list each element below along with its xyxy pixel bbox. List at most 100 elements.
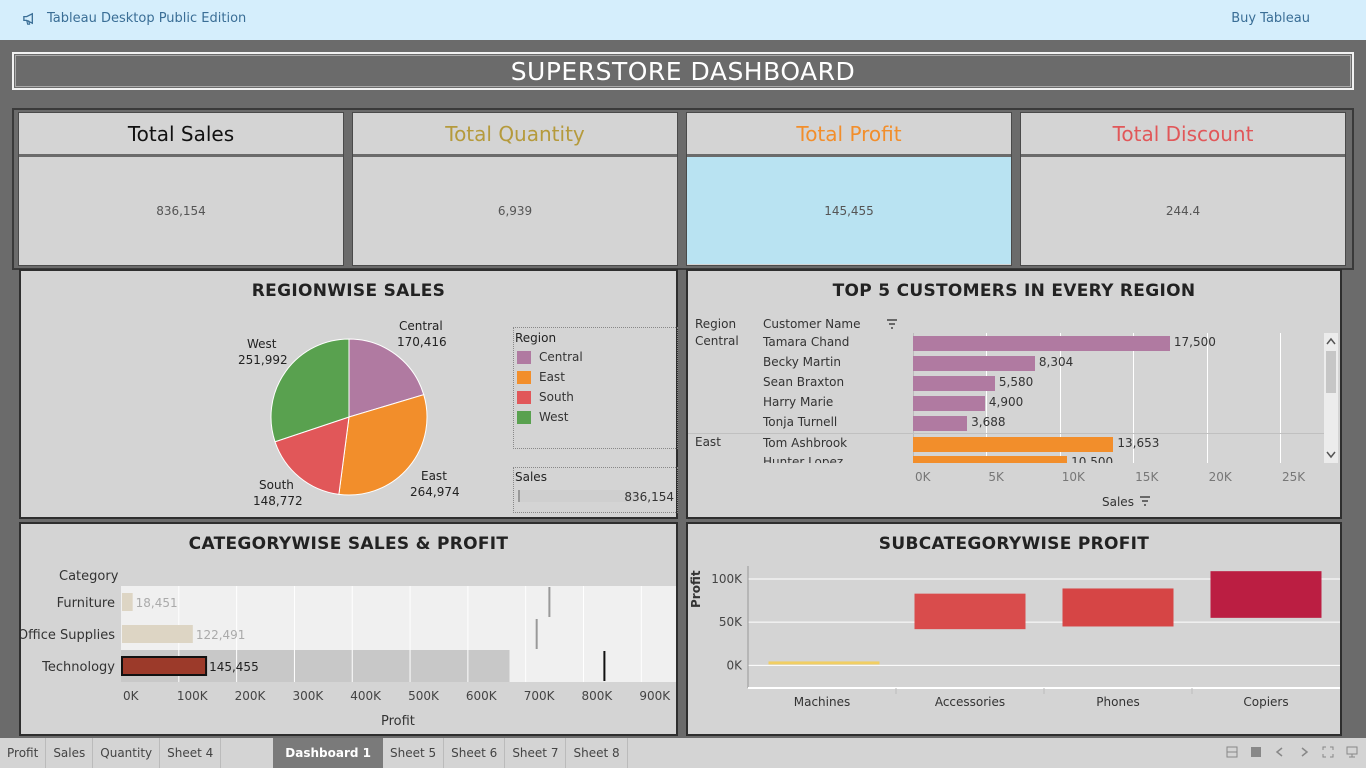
kpi-total-quantity[interactable]: Total Quantity 6,939 — [352, 112, 678, 266]
x-axis-title: Sales — [1102, 495, 1134, 509]
kpi-value: 836,154 — [156, 203, 206, 218]
panel-title: CATEGORYWISE SALES & PROFIT — [188, 534, 509, 554]
customer-name-cell: Tom Ashbrook — [763, 436, 848, 450]
kpi-total-profit[interactable]: Total Profit 145,455 — [686, 112, 1012, 266]
kpi-row: Total Sales 836,154 Total Quantity 6,939… — [12, 108, 1354, 270]
pie-label-south-value: 148,772 — [253, 494, 303, 508]
scroll-up-icon[interactable] — [1326, 337, 1336, 345]
table-row[interactable]: Sean Braxton 5,580 — [688, 373, 1324, 393]
x-category-label: Phones — [1096, 695, 1139, 709]
kpi-label: Total Discount — [1021, 113, 1345, 157]
table-row[interactable]: East Tom Ashbrook 13,653 — [688, 433, 1324, 453]
axis-sort-icon[interactable] — [1139, 495, 1151, 507]
sales-range-filter[interactable]: Sales 836,154 — [513, 467, 678, 513]
sheet-tabs: Profit Sales Quantity Sheet 4 Dashboard … — [0, 738, 1366, 768]
pie-label-south-name: South — [259, 478, 294, 492]
kpi-value: 145,455 — [687, 157, 1011, 264]
pie-label-east-value: 264,974 — [410, 485, 460, 499]
pie-label-east-name: East — [421, 469, 447, 483]
x-tick-label: 5K — [988, 470, 1005, 484]
x-tick-label: 800K — [582, 689, 614, 702]
kpi-label: Total Sales — [19, 113, 343, 157]
fit-icon[interactable] — [1322, 746, 1334, 758]
presentation-icon[interactable] — [1346, 746, 1358, 758]
tab-sales[interactable]: Sales — [46, 738, 94, 768]
buy-tableau-link[interactable]: Buy Tableau — [1231, 11, 1310, 26]
bar-value-label: 8,304 — [1038, 355, 1074, 369]
profit-bar[interactable] — [914, 593, 1026, 630]
x-tick-label: 600K — [466, 689, 498, 702]
scroll-thumb[interactable] — [1326, 351, 1336, 393]
customer-bar[interactable] — [913, 376, 995, 391]
customer-bar[interactable] — [913, 416, 968, 431]
legend-item-east[interactable]: East — [517, 370, 565, 384]
filmstrip-icon[interactable] — [1250, 746, 1262, 758]
table-row[interactable]: Harry Marie 4,900 — [688, 393, 1324, 413]
y-tick-label: 50K — [719, 615, 743, 629]
kpi-label: Total Profit — [687, 113, 1011, 157]
customer-bar[interactable] — [913, 437, 1114, 452]
profit-value-label: 18,451 — [136, 596, 178, 610]
prev-sheet-icon[interactable] — [1274, 746, 1286, 758]
subcategory-profit-panel: SUBCATEGORYWISE PROFIT Profit 0K 50K 100K M… — [686, 522, 1342, 736]
tab-quantity[interactable]: Quantity — [93, 738, 161, 768]
tab-dashboard-1[interactable]: Dashboard 1 — [273, 738, 383, 768]
table-row[interactable]: Tonja Turnell 3,688 — [688, 413, 1324, 433]
profit-bar[interactable] — [768, 661, 880, 665]
x-tick-label: 500K — [408, 689, 440, 702]
tab-profit[interactable]: Profit — [0, 738, 47, 768]
customer-bar[interactable] — [913, 396, 985, 411]
subcategory-chart[interactable]: 0K 50K 100K Machines Accessories Phones Copier… — [688, 560, 1340, 736]
next-sheet-icon[interactable] — [1298, 746, 1310, 758]
profit-bar[interactable] — [122, 593, 133, 611]
kpi-total-discount[interactable]: Total Discount 244.4 — [1020, 112, 1346, 266]
table-row[interactable]: Central Tamara Chand 17,500 — [688, 333, 1324, 353]
sales-band[interactable] — [121, 586, 676, 618]
grid-view-icon[interactable] — [1226, 746, 1238, 758]
customer-bar[interactable] — [913, 456, 1068, 463]
regionwise-sales-panel: REGIONWISE SALES West 251,992 Central 17… — [19, 269, 678, 519]
profit-bar[interactable] — [121, 656, 208, 676]
x-tick-label: 0K — [915, 470, 932, 484]
megaphone-icon — [23, 12, 33, 25]
tab-sheet-8[interactable]: Sheet 8 — [566, 738, 628, 768]
filter-slider-track[interactable] — [518, 490, 638, 502]
profit-bar[interactable] — [1210, 571, 1322, 618]
tab-sheet-5[interactable]: Sheet 5 — [383, 738, 445, 768]
sort-icon[interactable] — [886, 318, 898, 330]
profit-bar[interactable] — [1062, 588, 1174, 627]
filter-title: Sales — [515, 470, 547, 484]
table-row[interactable]: Becky Martin 8,304 — [688, 353, 1324, 373]
tab-sheet-4[interactable]: Sheet 4 — [160, 738, 222, 768]
x-tick-label: 200K — [235, 689, 267, 702]
category-bar-chart[interactable]: Furniture Office Supplies Technology 18,451… — [21, 584, 676, 702]
tab-sheet-7[interactable]: Sheet 7 — [505, 738, 567, 768]
top5-x-axis: 0K 5K 10K 15K 20K 25K — [915, 470, 1306, 484]
region-pie-chart[interactable] — [269, 337, 429, 497]
profit-bar[interactable] — [122, 625, 193, 643]
kpi-total-sales[interactable]: Total Sales 836,154 — [18, 112, 344, 266]
column-header-region[interactable]: Region — [695, 317, 736, 331]
dashboard-title: SUPERSTORE DASHBOARD — [15, 55, 1351, 87]
tab-sheet-6[interactable]: Sheet 6 — [444, 738, 506, 768]
bar-value-label: 10,500 — [1071, 455, 1114, 463]
top5-customers-panel: TOP 5 CUSTOMERS IN EVERY REGION Region C… — [686, 269, 1342, 519]
scroll-down-icon[interactable] — [1326, 451, 1336, 459]
x-tick-label: 20K — [1209, 470, 1233, 484]
column-header-customer[interactable]: Customer Name — [763, 317, 861, 331]
customer-bar[interactable] — [913, 356, 1035, 371]
pie-label-central-value: 170,416 — [397, 335, 447, 349]
panel-title: TOP 5 CUSTOMERS IN EVERY REGION — [832, 281, 1196, 301]
table-row[interactable]: Hunter Lopez 10,500 — [688, 453, 1324, 463]
vertical-scrollbar[interactable] — [1324, 333, 1338, 463]
legend-item-central[interactable]: Central — [517, 350, 583, 364]
pie-label-west-value: 251,992 — [238, 353, 288, 367]
bar-value-label: 5,580 — [998, 375, 1034, 389]
legend-item-south[interactable]: South — [517, 390, 574, 404]
top5-rows: Central Tamara Chand 17,500 Becky Martin 8,3… — [688, 333, 1324, 463]
region-cell: Central — [695, 334, 739, 348]
legend-item-west[interactable]: West — [517, 410, 569, 424]
bar-value-label: 13,653 — [1117, 436, 1160, 450]
category-label: Technology — [41, 660, 115, 675]
customer-bar[interactable] — [913, 336, 1170, 351]
